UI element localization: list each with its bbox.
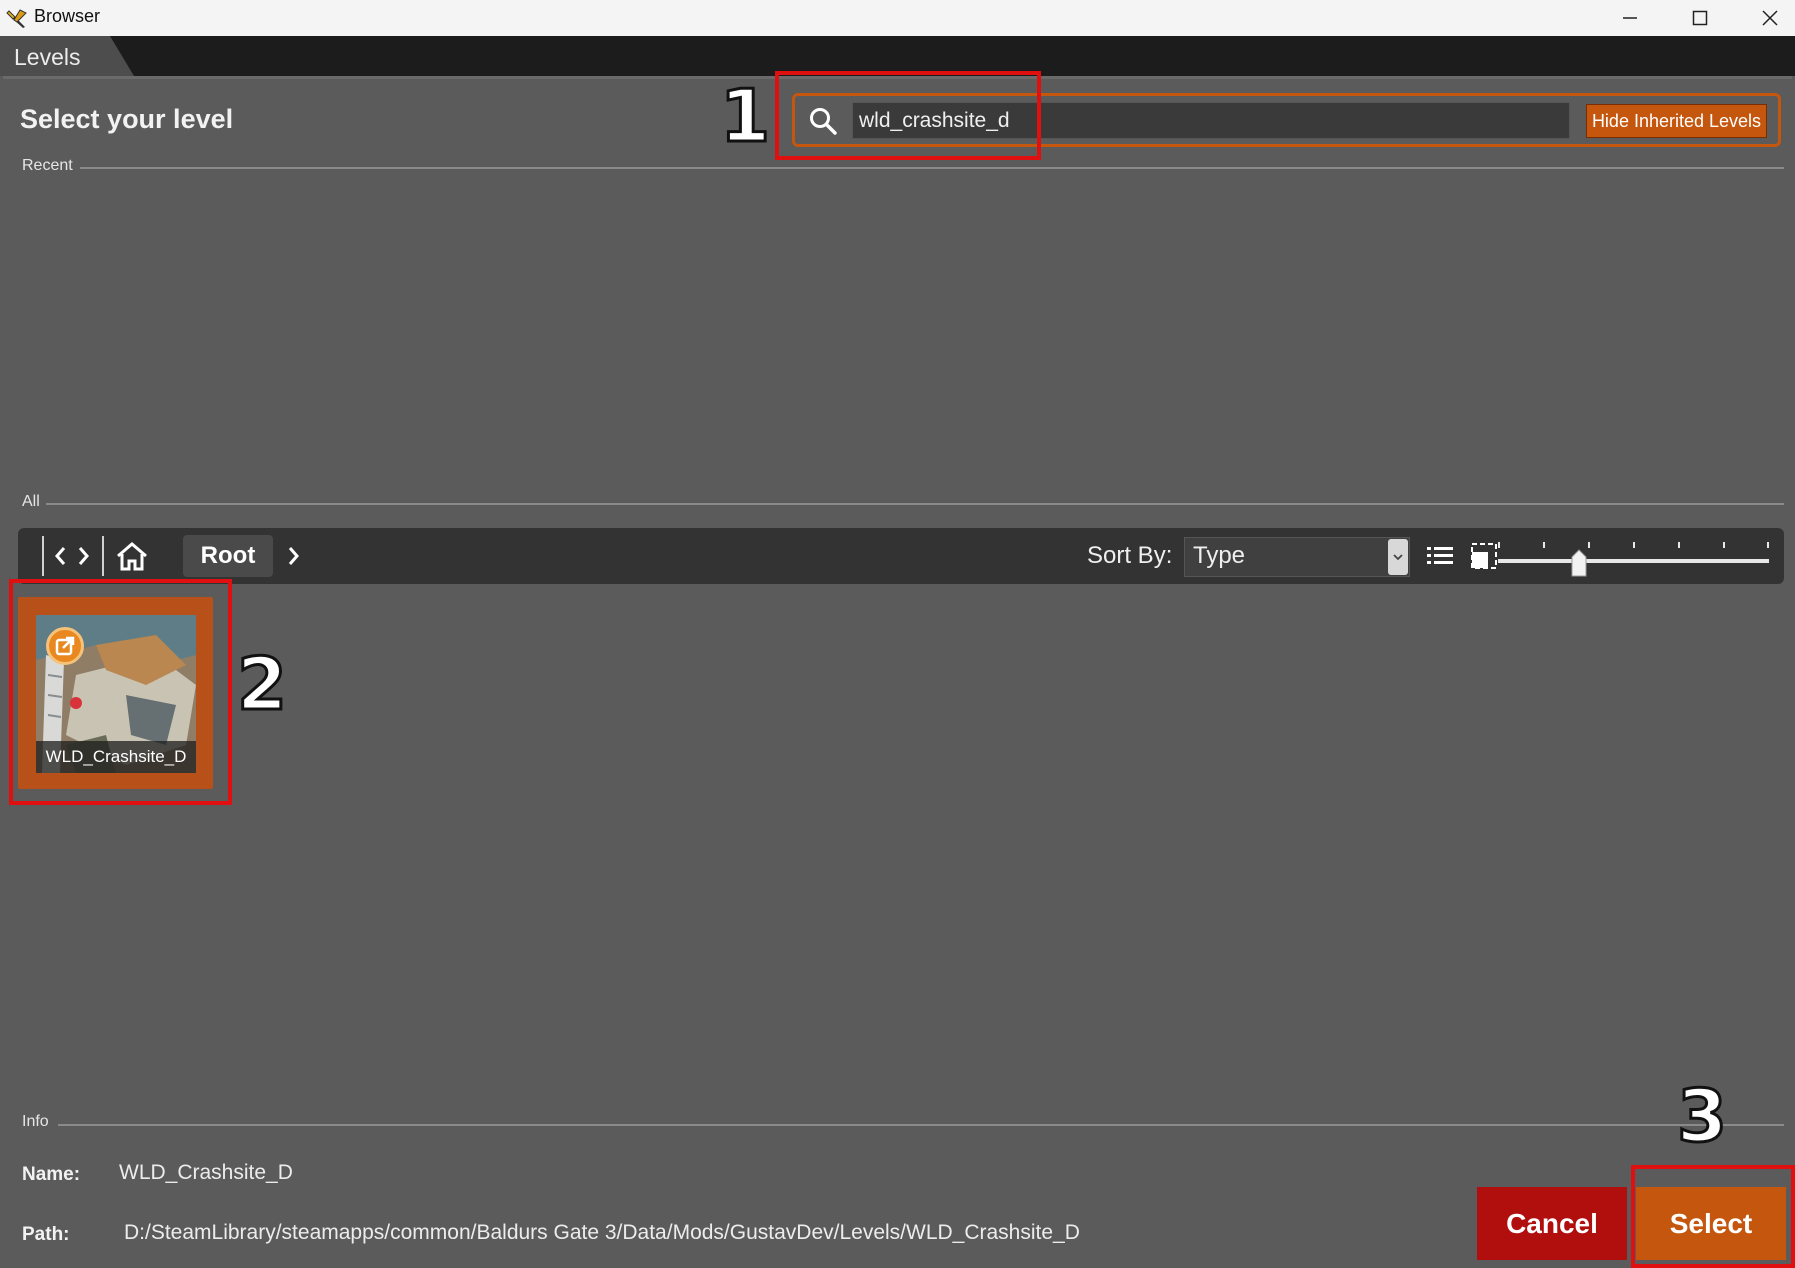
browser-toolbar: Root Sort By: Type	[18, 528, 1784, 584]
search-bar: Hide Inherited Levels	[792, 93, 1781, 147]
minimize-button[interactable]	[1595, 0, 1665, 36]
chevron-right-icon	[288, 547, 299, 565]
level-thumbnail: WLD_Crashsite_D	[36, 615, 196, 773]
tile-view-button[interactable]	[1466, 536, 1502, 576]
tab-levels[interactable]: Levels	[0, 36, 134, 76]
slider-tick	[1767, 542, 1769, 548]
select-button[interactable]: Select	[1636, 1187, 1786, 1260]
forward-icon	[78, 547, 89, 565]
sort-by-value: Type	[1193, 542, 1246, 569]
list-view-icon	[1427, 547, 1453, 564]
home-icon	[117, 542, 147, 571]
info-path-value: D:/SteamLibrary/steamapps/common/Baldurs…	[124, 1221, 1080, 1244]
breadcrumb-root[interactable]: Root	[183, 535, 273, 577]
info-name-key: Name:	[22, 1164, 81, 1185]
tab-strip: Levels	[0, 36, 1795, 76]
sort-by-label: Sort By:	[1087, 542, 1173, 569]
breadcrumb-chevron[interactable]	[284, 536, 304, 576]
back-button[interactable]	[50, 536, 70, 576]
minimize-icon	[1623, 17, 1637, 19]
maximize-button[interactable]	[1665, 0, 1735, 36]
pen-brush-icon	[6, 9, 27, 28]
window-title: Browser	[34, 6, 101, 26]
section-label-all: All	[22, 493, 40, 510]
slider-tick	[1543, 542, 1545, 548]
recent-list	[18, 180, 1784, 480]
search-input[interactable]	[852, 102, 1570, 139]
toolbar-separator	[102, 536, 104, 576]
section-divider-info	[58, 1124, 1784, 1126]
list-view-button[interactable]	[1422, 536, 1458, 576]
back-icon	[55, 547, 66, 565]
section-label-recent: Recent	[22, 157, 73, 174]
zoom-slider[interactable]	[1498, 559, 1769, 563]
sort-by-select[interactable]: Type	[1184, 537, 1410, 577]
external-link-icon	[46, 627, 84, 665]
cancel-button[interactable]: Cancel	[1477, 1187, 1627, 1260]
zoom-slider-thumb[interactable]	[1571, 549, 1587, 577]
tile-view-icon	[1471, 543, 1497, 569]
section-divider-all	[46, 503, 1784, 505]
slider-tick	[1723, 542, 1725, 548]
search-icon	[810, 108, 837, 135]
toolbar-separator	[42, 536, 44, 576]
hide-inherited-levels-button[interactable]: Hide Inherited Levels	[1586, 104, 1767, 138]
info-path-key: Path:	[22, 1224, 70, 1245]
page-title: Select your level	[20, 104, 234, 134]
close-button[interactable]	[1735, 0, 1795, 36]
section-label-info: Info	[22, 1113, 49, 1130]
section-divider-recent	[80, 167, 1784, 169]
maximize-icon	[1692, 10, 1708, 26]
slider-tick	[1633, 542, 1635, 548]
slider-tick	[1588, 542, 1590, 548]
window-titlebar: Browser	[0, 0, 1795, 36]
close-icon	[1762, 10, 1778, 26]
home-button[interactable]	[114, 536, 150, 576]
level-tile-label: WLD_Crashsite_D	[36, 741, 196, 773]
slider-tick	[1678, 542, 1680, 548]
forward-button[interactable]	[74, 536, 94, 576]
chevron-down-icon	[1388, 539, 1408, 575]
level-tile[interactable]: WLD_Crashsite_D	[18, 597, 213, 789]
info-name-value: WLD_Crashsite_D	[119, 1161, 293, 1184]
slider-tick	[1498, 542, 1500, 548]
